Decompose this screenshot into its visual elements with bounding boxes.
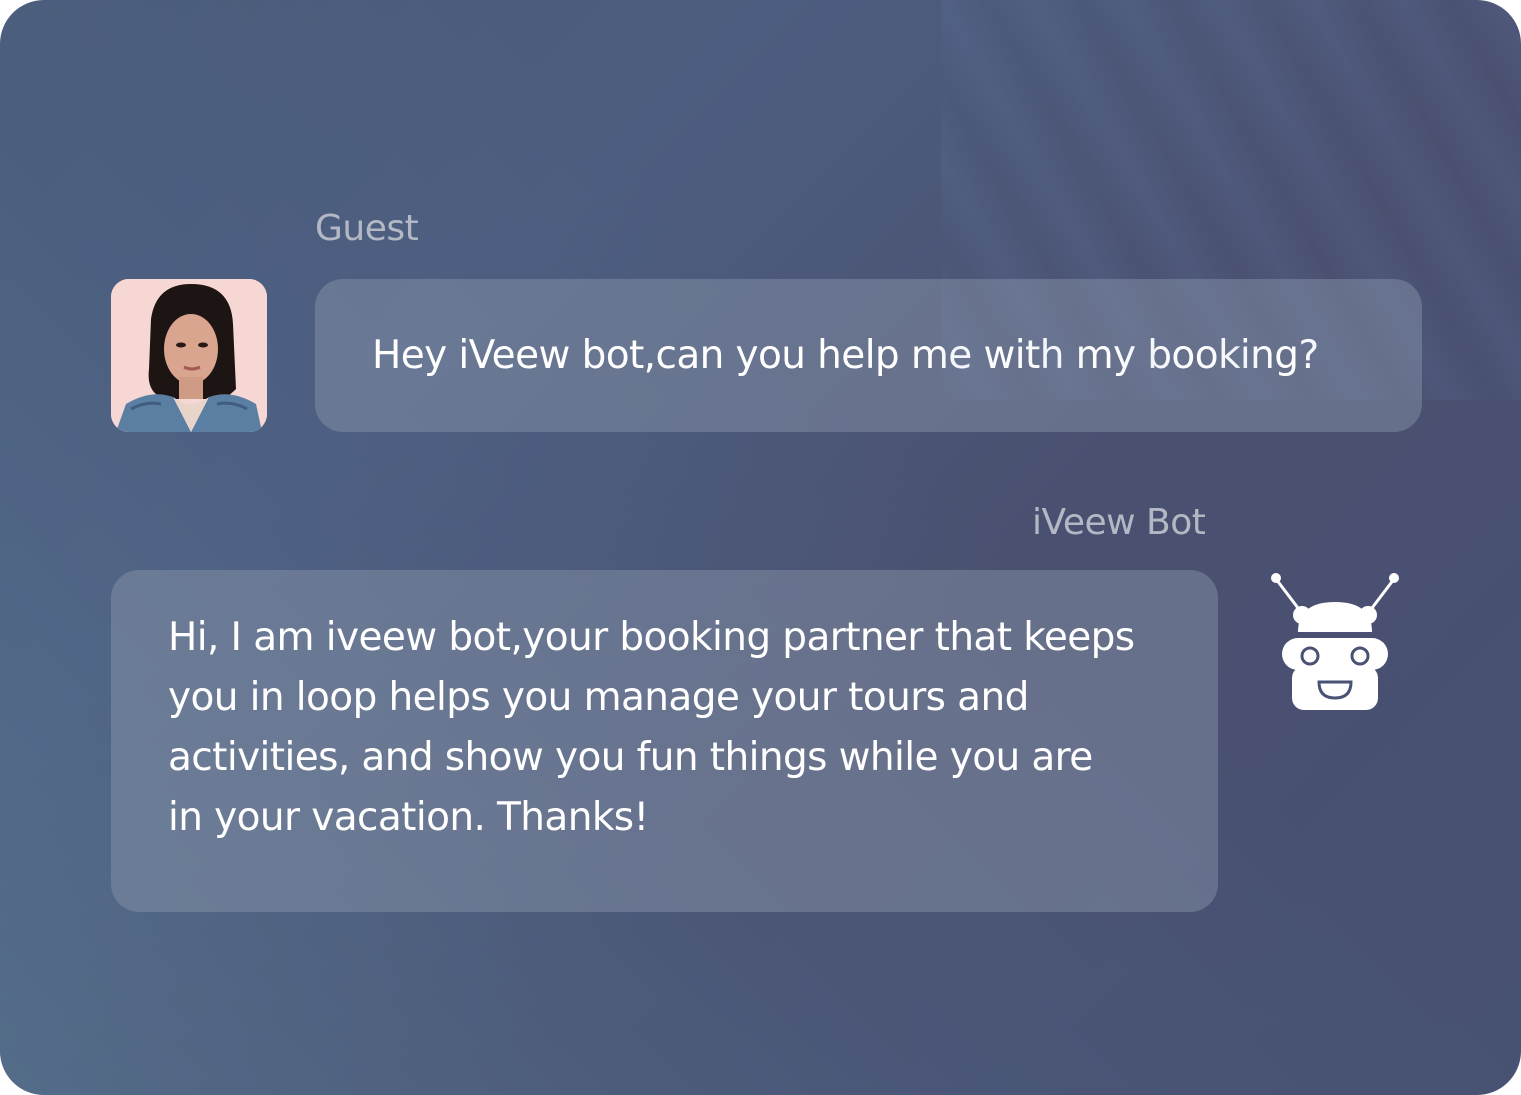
bot-message-line: you in loop helps you manage your tours … <box>168 675 1029 720</box>
bot-message-line: in your vacation. Thanks! <box>168 795 649 840</box>
bot-sender-label: iVeew Bot <box>1032 502 1206 543</box>
robot-icon <box>1268 570 1404 715</box>
guest-message-bubble: Hey iVeew bot,can you help me with my bo… <box>315 279 1422 432</box>
bot-message-bubble: Hi, I am iveew bot,your booking partner … <box>111 570 1218 912</box>
user-photo-icon <box>111 279 267 432</box>
guest-sender-label: Guest <box>315 208 419 249</box>
bot-message-line: Hi, I am iveew bot,your booking partner … <box>168 615 1135 660</box>
guest-message-text: Hey iVeew bot,can you help me with my bo… <box>372 333 1319 378</box>
chat-card: Guest Hey iVeew bot,can you help me with… <box>0 0 1521 1095</box>
guest-avatar <box>111 279 267 432</box>
bot-message-line: activities, and show you fun things whil… <box>168 735 1093 780</box>
